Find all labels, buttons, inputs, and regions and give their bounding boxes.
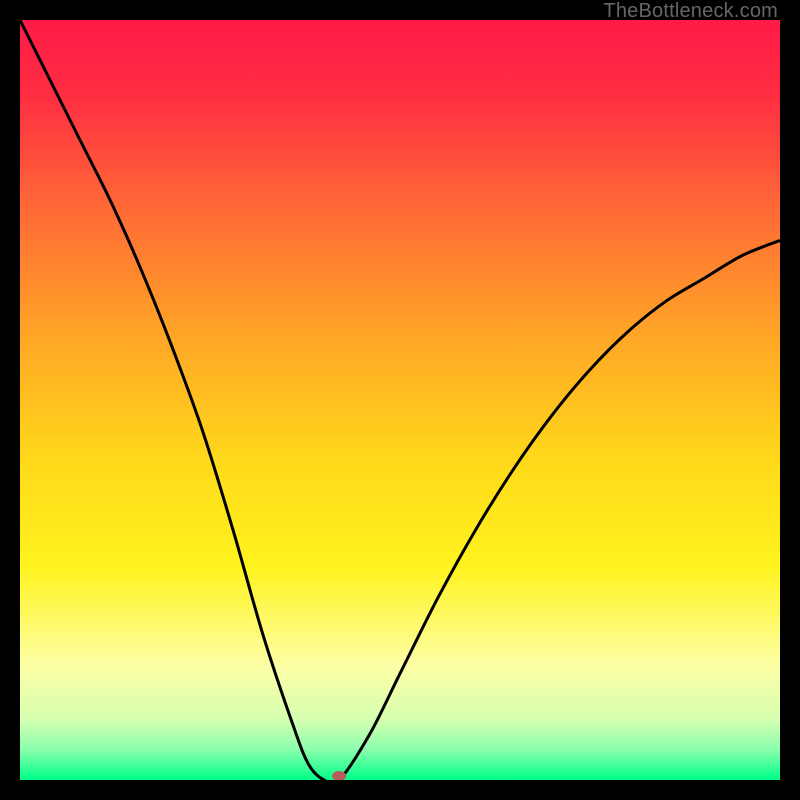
gradient-background [20,20,780,780]
plot-area [20,20,780,780]
bottleneck-chart [20,20,780,780]
chart-frame: TheBottleneck.com [0,0,800,800]
